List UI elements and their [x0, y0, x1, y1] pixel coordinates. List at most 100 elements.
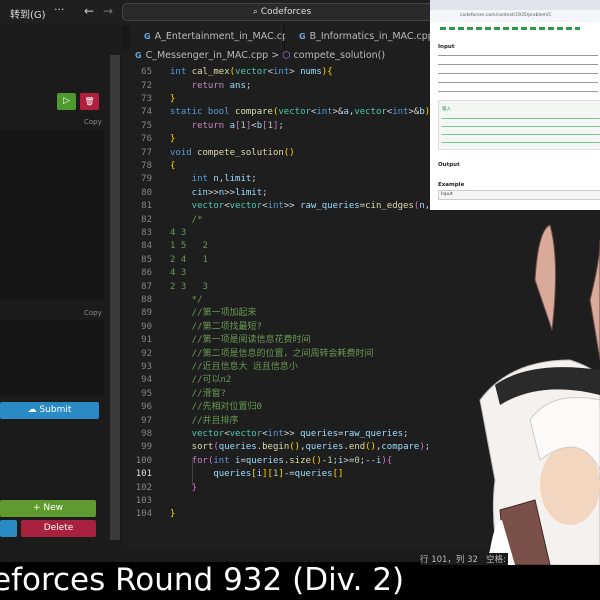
code-line[interactable]: int n,limit;: [170, 173, 257, 186]
code-token: /*: [170, 214, 203, 225]
code-line[interactable]: queries[i][1]-=queries[]: [170, 468, 343, 481]
code-token: return: [170, 80, 230, 91]
code-line[interactable]: */: [170, 294, 203, 307]
code-token: for: [170, 455, 208, 466]
code-line[interactable]: //可以n2: [170, 374, 232, 387]
code-token: //先相对位置归0: [170, 402, 262, 413]
cursor-position[interactable]: 行 101，列 32 空格:: [420, 553, 508, 565]
testcase-input-box[interactable]: [0, 320, 104, 395]
code-line[interactable]: static bool compare(vector<int>&a,vector…: [170, 106, 436, 119]
code-line[interactable]: //并且排序: [170, 415, 239, 428]
code-line[interactable]: {: [170, 160, 175, 173]
code-line[interactable]: 2 3 3: [170, 281, 208, 294]
code-token: queries: [170, 469, 252, 480]
code-line[interactable]: //第二项找最短?: [170, 321, 262, 334]
code-token: 2 3 3: [170, 281, 208, 292]
code-token: cal_mex: [191, 67, 230, 77]
browser-url[interactable]: codeforces.com/contest/1935/problem/C: [430, 10, 600, 22]
code-line[interactable]: 1 5 2: [170, 240, 208, 253]
code-line[interactable]: cin>>n>>limit;: [170, 187, 268, 200]
panel-scrollbar[interactable]: [110, 55, 120, 540]
code-line[interactable]: }: [170, 508, 175, 521]
code-token: ;: [424, 442, 431, 453]
line-number: 94: [141, 375, 152, 386]
problem-text: [438, 52, 598, 96]
code-line[interactable]: vector<vector<int>> raw_queries=cin_edge…: [170, 200, 447, 213]
breadcrumb-symbol[interactable]: compete_solution(): [294, 50, 386, 61]
code-token: //第一项加起来: [170, 308, 257, 319]
line-number: 76: [141, 134, 152, 145]
delete-button[interactable]: Delete: [21, 520, 96, 537]
code-line[interactable]: 2 4 1: [170, 254, 208, 267]
tab-a-entertainment[interactable]: G A_Entertainment_in_MAC.cpp: [130, 25, 294, 49]
tab-b-informatics[interactable]: G B_Informatics_in_MAC.cpp: [285, 25, 445, 49]
code-line[interactable]: //先相对位置归0: [170, 401, 262, 414]
blue-action-button[interactable]: [0, 520, 17, 537]
code-line[interactable]: return a[1]<b[1];: [170, 120, 284, 133]
code-line[interactable]: }: [170, 93, 175, 106]
code-token: ;: [278, 120, 284, 131]
copy-link[interactable]: Copy: [84, 309, 102, 317]
code-line[interactable]: sort(queries.begin(),queries.end(),compa…: [170, 441, 431, 454]
code-editor[interactable]: 65 int cal_mex(vector<int> nums){72 retur…: [122, 65, 447, 525]
code-token: }: [170, 509, 176, 520]
browser-window: codeforces.com/contest/1935/problem/C In…: [430, 0, 600, 210]
submit-button[interactable]: ☁ Submit: [0, 402, 99, 419]
line-number: 102: [135, 482, 152, 493]
code-token: nums: [300, 67, 322, 77]
code-token: 4 3: [170, 268, 187, 279]
code-token: */: [170, 294, 203, 305]
code-token: >>: [207, 187, 219, 198]
code-line[interactable]: /*: [170, 214, 203, 227]
code-token: ans: [229, 80, 246, 91]
breadcrumb-file[interactable]: C_Messenger_in_MAC.cpp: [146, 50, 269, 61]
forward-arrow-icon[interactable]: →: [103, 4, 113, 18]
code-line[interactable]: int cal_mex(vector<int> nums){: [170, 66, 333, 79]
code-line[interactable]: //滑窗?: [170, 388, 226, 401]
indent-guide: [192, 460, 193, 486]
code-token: vector: [235, 67, 268, 77]
code-line[interactable]: 4 3: [170, 227, 186, 240]
code-line[interactable]: void compete_solution(): [170, 147, 295, 160]
translation-label: 输入: [442, 107, 451, 112]
code-token: queries: [305, 442, 344, 453]
code-token: 1 5 2: [170, 241, 208, 252]
goto-menu[interactable]: 转到(G): [10, 6, 46, 21]
code-token: static bool: [170, 107, 236, 118]
code-line[interactable]: //第一项加起来: [170, 307, 257, 320]
code-token: >=: [343, 455, 355, 466]
example-heading: Example: [438, 182, 465, 188]
code-line[interactable]: //第二项是信息的位置，之间周转会耗费时间: [170, 348, 374, 361]
code-token: >>: [283, 201, 301, 212]
output-heading: Output: [438, 162, 460, 168]
new-button[interactable]: + New: [0, 500, 96, 517]
code-line[interactable]: for(int i=queries.size()-1;i>=0;--i){: [170, 455, 393, 468]
delete-testcase-button[interactable]: 🗑: [80, 93, 99, 110]
code-line[interactable]: 4 3: [170, 267, 186, 280]
copy-link[interactable]: Copy: [84, 118, 102, 126]
more-menu-icon[interactable]: ···: [54, 3, 65, 16]
command-search-input[interactable]: ⌕ Codeforces: [122, 3, 442, 21]
code-token: ;--: [359, 455, 376, 466]
code-token: //第二项找最短?: [170, 321, 262, 332]
code-token: int: [267, 428, 284, 439]
code-token: int: [272, 67, 290, 77]
code-token: }: [170, 134, 176, 145]
tab-label: A_Entertainment_in_MAC.cpp: [154, 31, 295, 42]
code-line[interactable]: }: [170, 133, 175, 146]
code-token: queries: [294, 469, 333, 480]
run-button[interactable]: ▷: [57, 93, 76, 110]
code-token: //近且信息大 远且信息小: [170, 361, 298, 372]
line-number: 88: [141, 294, 152, 305]
code-line[interactable]: vector<vector<int>> queries=raw_queries;: [170, 428, 409, 441]
back-arrow-icon[interactable]: ←: [84, 4, 94, 18]
line-number: 73: [141, 93, 152, 104]
code-line[interactable]: }: [170, 482, 197, 495]
code-line[interactable]: //第一项是阅读信息花费时间: [170, 334, 311, 347]
code-token: ;: [251, 174, 257, 185]
browser-tabs[interactable]: [430, 0, 600, 10]
video-subtitle: eforces Round 932 (Div. 2): [0, 562, 405, 598]
input-heading: Input: [438, 44, 455, 50]
code-line[interactable]: return ans;: [170, 80, 252, 93]
code-line[interactable]: //近且信息大 远且信息小: [170, 361, 298, 374]
